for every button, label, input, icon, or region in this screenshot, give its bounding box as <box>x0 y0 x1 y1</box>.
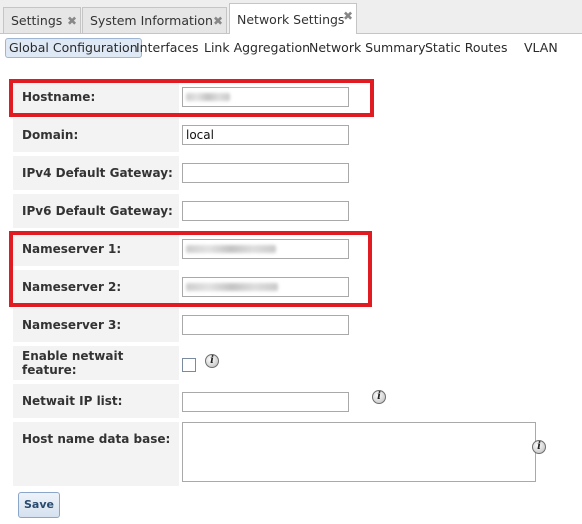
info-icon[interactable]: i <box>205 354 219 368</box>
host-db-label: Host name data base: <box>13 422 179 486</box>
netwait-ip-label: Netwait IP list: <box>13 384 179 418</box>
subtab-vlan[interactable]: VLAN <box>524 39 558 59</box>
domain-input[interactable]: local <box>182 125 349 145</box>
netwait-label: Enable netwait feature: <box>13 346 179 380</box>
subtab-link-aggregation[interactable]: Link Aggregation <box>204 39 310 59</box>
close-icon[interactable]: ✖ <box>343 0 353 32</box>
tab-bar: Settings ✖ System Information ✖ Network … <box>0 0 582 34</box>
close-icon[interactable]: ✖ <box>67 8 77 34</box>
tab-network-settings[interactable]: Network Settings ✖ <box>229 3 357 34</box>
info-icon[interactable]: i <box>532 440 546 454</box>
subtab-static-routes[interactable]: Static Routes <box>425 39 508 59</box>
netwait-ip-input[interactable] <box>182 392 349 412</box>
ipv6-gateway-input[interactable] <box>182 201 349 221</box>
save-button[interactable]: Save <box>18 492 60 518</box>
info-icon[interactable]: i <box>372 390 386 404</box>
ipv4-gateway-input[interactable] <box>182 163 349 183</box>
nameserver3-input[interactable] <box>182 315 349 335</box>
highlight-box-nameservers <box>9 231 372 307</box>
tab-label: Network Settings <box>237 12 345 27</box>
tab-settings[interactable]: Settings ✖ <box>3 7 81 33</box>
close-icon[interactable]: ✖ <box>213 8 223 34</box>
tab-label: Settings <box>11 13 63 28</box>
netwait-checkbox[interactable] <box>182 358 196 372</box>
subtab-interfaces[interactable]: Interfaces <box>136 39 198 59</box>
subtab-bar: Global Configuration Interfaces Link Agg… <box>0 34 582 60</box>
ipv6-gateway-label: IPv6 Default Gateway: <box>13 194 179 228</box>
tab-label: System Information <box>90 13 213 28</box>
ipv4-gateway-label: IPv4 Default Gateway: <box>13 156 179 190</box>
domain-label: Domain: <box>13 118 179 152</box>
subtab-network-summary[interactable]: Network Summary <box>309 39 426 59</box>
host-db-textarea[interactable] <box>182 422 536 482</box>
nameserver3-label: Nameserver 3: <box>13 308 179 342</box>
tab-system-information[interactable]: System Information ✖ <box>82 7 227 33</box>
subtab-global-configuration[interactable]: Global Configuration <box>5 38 142 58</box>
highlight-box-hostname <box>9 79 374 117</box>
